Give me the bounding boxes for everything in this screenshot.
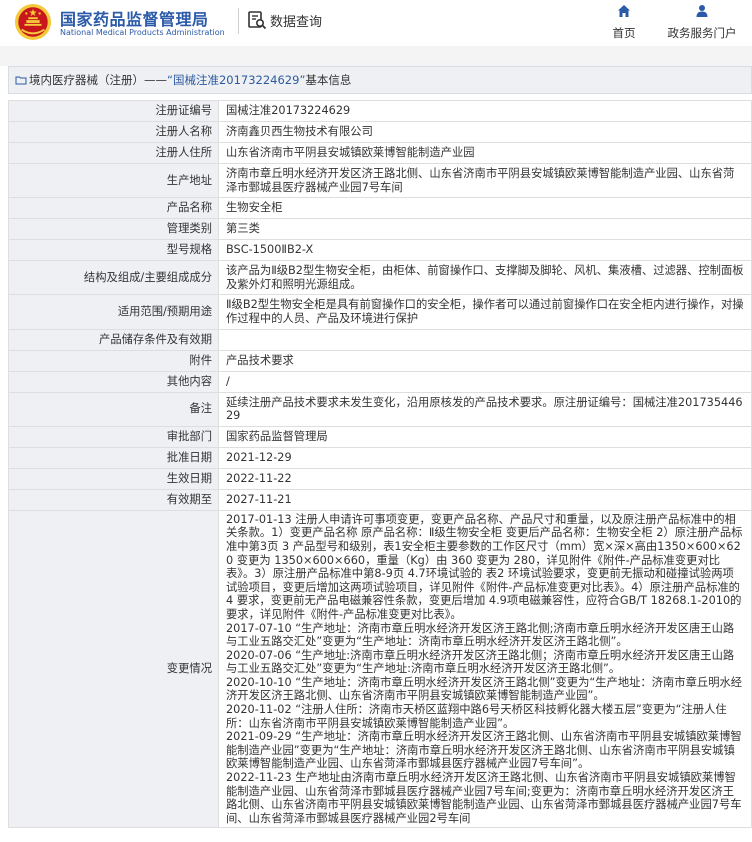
field-value: 产品技术要求: [218, 349, 752, 372]
field-value: BSC-1500ⅡB2-X: [218, 239, 752, 262]
table-row-change-history: 变更情况 2017-01-13 注册人申请许可事项变更，变更产品名称、产品尺寸和…: [8, 509, 752, 829]
nav-gov-service-portal[interactable]: 政务服务门户: [660, 4, 744, 41]
field-value: 2027-11-21: [218, 488, 752, 511]
field-label: 产品储存条件及有效期: [8, 328, 219, 351]
table-row: 型号规格 BSC-1500ⅡB2-X: [8, 239, 752, 262]
table-row: 管理类别 第三类: [8, 218, 752, 241]
field-value: 生物安全柜: [218, 197, 752, 220]
table-row: 注册证编号 国械注准20173224629: [8, 100, 752, 122]
field-value: /: [218, 370, 752, 393]
field-value: 国家药品监督管理局: [218, 425, 752, 448]
field-value: 延续注册产品技术要求未发生变化，沿用原核发的产品技术要求。原注册证编号：国械注准…: [218, 391, 752, 427]
nav-home[interactable]: 首页: [604, 4, 644, 41]
breadcrumb-suffix: 基本信息: [305, 73, 352, 87]
field-label: 型号规格: [8, 239, 219, 262]
breadcrumb-prefix: 境内医疗器械（注册）——: [29, 73, 167, 87]
field-label: 管理类别: [8, 218, 219, 241]
change-entry: 2020-07-06 “生产地址:济南市章丘明水经济开发区济王路北侧；济南市章丘…: [226, 648, 735, 676]
table-row: 生产地址 济南市章丘明水经济开发区济王路北侧、山东省济南市平阴县安城镇欧莱博智能…: [8, 162, 752, 199]
table-row: 其他内容 /: [8, 370, 752, 393]
field-label: 产品名称: [8, 197, 219, 220]
change-entry: 2017-01-13 注册人申请许可事项变更，变更产品名称、产品尺寸和重量，以及…: [226, 512, 743, 621]
breadcrumb: 境内医疗器械（注册）—— “国械注准20173224629” 基本信息: [8, 66, 752, 94]
field-label: 附件: [8, 349, 219, 372]
table-row: 结构及组成/主要组成成分 该产品为Ⅱ级B2型生物安全柜，由柜体、前窗操作口、支撑…: [8, 260, 752, 296]
site-header: 国家药品监督管理局 National Medical Products Admi…: [0, 0, 752, 46]
national-emblem-logo[interactable]: [14, 3, 52, 41]
field-label: 结构及组成/主要组成成分: [8, 260, 219, 296]
field-label: 注册证编号: [8, 100, 219, 122]
field-value: 2021-12-29: [218, 446, 752, 469]
field-label: 适用范围/预期用途: [8, 294, 219, 330]
registration-detail-table: 注册证编号 国械注准20173224629 注册人名称 济南鑫贝西生物技术有限公…: [8, 100, 752, 829]
field-label: 审批部门: [8, 425, 219, 448]
table-row: 有效期至 2027-11-21: [8, 488, 752, 511]
data-query-label: 数据查询: [270, 14, 323, 30]
change-history-value: 2017-01-13 注册人申请许可事项变更，变更产品名称、产品尺寸和重量，以及…: [218, 509, 752, 829]
table-row: 生效日期 2022-11-22: [8, 467, 752, 490]
table-row: 注册人名称 济南鑫贝西生物技术有限公司: [8, 121, 752, 143]
field-label: 其他内容: [8, 370, 219, 393]
user-icon: [696, 5, 708, 17]
nav-home-label: 首页: [612, 26, 636, 40]
header-divider: [238, 8, 239, 34]
table-row: 审批部门 国家药品监督管理局: [8, 425, 752, 448]
field-value: 第三类: [218, 218, 752, 241]
field-label: 注册人住所: [8, 142, 219, 164]
field-label: 生效日期: [8, 467, 219, 490]
org-name-cn[interactable]: 国家药品监督管理局: [60, 6, 209, 30]
home-icon: [618, 5, 630, 17]
table-row: 批准日期 2021-12-29: [8, 446, 752, 469]
breadcrumb-registration-link[interactable]: “国械注准20173224629”: [167, 72, 305, 88]
field-value: 国械注准20173224629: [218, 100, 752, 122]
field-value: 2022-11-22: [218, 467, 752, 490]
field-value: 济南市章丘明水经济开发区济王路北侧、山东省济南市平阴县安城镇欧莱博智能制造产业园…: [218, 162, 752, 199]
field-label: 备注: [8, 391, 219, 427]
change-entry: 2020-10-10 “生产地址：济南市章丘明水经济开发区济王路北侧”变更为“生…: [226, 675, 743, 703]
field-label: 生产地址: [8, 162, 219, 199]
table-row: 适用范围/预期用途 Ⅱ级B2型生物安全柜是具有前窗操作口的安全柜，操作者可以通过…: [8, 294, 752, 330]
field-label: 有效期至: [8, 488, 219, 511]
field-label: 批准日期: [8, 446, 219, 469]
field-value: 山东省济南市平阴县安城镇欧莱博智能制造产业园: [218, 142, 752, 164]
table-row: 附件 产品技术要求: [8, 349, 752, 372]
change-entry: 2021-09-29 “生产地址：济南市章丘明水经济开发区济王路北侧、山东省济南…: [226, 730, 742, 771]
change-entry: 2022-11-23 生产地址由济南市章丘明水经济开发区济王路北侧、山东省济南市…: [226, 771, 742, 825]
header-separator-band: [0, 46, 752, 66]
nav-portal-label: 政务服务门户: [667, 26, 737, 40]
field-value: [218, 328, 752, 351]
org-name-en: National Medical Products Administration: [60, 28, 225, 37]
field-label: 注册人名称: [8, 121, 219, 143]
data-query-title: 数据查询: [247, 9, 322, 31]
table-row: 注册人住所 山东省济南市平阴县安城镇欧莱博智能制造产业园: [8, 142, 752, 164]
field-value: 济南鑫贝西生物技术有限公司: [218, 121, 752, 143]
table-row: 产品储存条件及有效期: [8, 328, 752, 351]
field-value: Ⅱ级B2型生物安全柜是具有前窗操作口的安全柜，操作者可以通过前窗操作口在安全柜内…: [218, 294, 752, 330]
folder-icon: [15, 76, 27, 85]
change-entry: 2017-07-10 “生产地址：济南市章丘明水经济开发区济王路北侧;济南市章丘…: [226, 621, 735, 649]
field-label: 变更情况: [8, 509, 219, 829]
table-row: 产品名称 生物安全柜: [8, 197, 752, 220]
change-entry: 2020-11-02 “注册人住所：济南市天桥区蓝翔中路6号天桥区科技孵化器大楼…: [226, 703, 727, 730]
field-value: 该产品为Ⅱ级B2型生物安全柜，由柜体、前窗操作口、支撑脚及脚轮、风机、集液槽、过…: [218, 260, 752, 296]
document-search-icon: [248, 11, 267, 30]
table-row: 备注 延续注册产品技术要求未发生变化，沿用原核发的产品技术要求。原注册证编号：国…: [8, 391, 752, 427]
